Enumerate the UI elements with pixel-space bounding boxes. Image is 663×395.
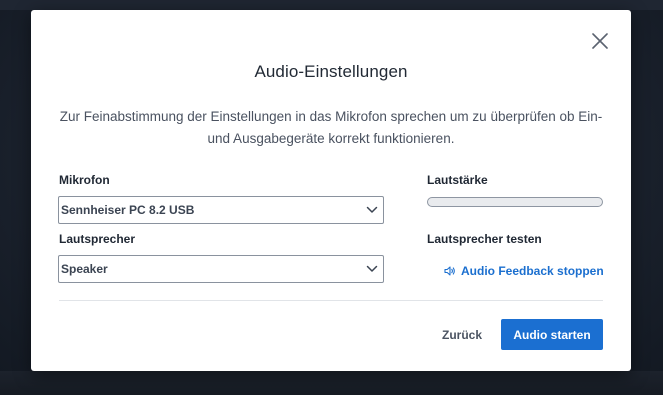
close-button[interactable] [589, 30, 611, 52]
audio-settings-modal: Audio-Einstellungen Zur Feinabstimmung d… [31, 10, 631, 371]
microphone-label: Mikrofon [59, 173, 110, 187]
close-icon [592, 33, 608, 49]
speaker-select-value: Speaker [61, 262, 108, 276]
chevron-down-icon [366, 206, 378, 213]
volume-label: Lautstärke [427, 173, 488, 187]
stop-audio-feedback-text: Audio Feedback stoppen [461, 264, 604, 278]
speaker-test-label: Lautsprecher testen [427, 232, 542, 246]
microphone-select-value: Sennheiser PC 8.2 USB [61, 203, 195, 217]
back-button[interactable]: Zurück [432, 320, 492, 350]
backdrop-top [0, 0, 663, 10]
volume-meter [427, 197, 603, 207]
speaker-select[interactable]: Speaker [58, 255, 384, 283]
start-audio-button[interactable]: Audio starten [501, 319, 603, 350]
microphone-select[interactable]: Sennheiser PC 8.2 USB [58, 196, 384, 224]
footer-divider [59, 300, 603, 301]
dialog-title: Audio-Einstellungen [254, 62, 408, 81]
speaker-icon [444, 266, 455, 276]
backdrop-bottom [0, 371, 663, 395]
chevron-down-icon [366, 265, 378, 272]
speaker-label: Lautsprecher [59, 232, 136, 246]
stop-audio-feedback-link[interactable]: Audio Feedback stoppen [444, 263, 604, 279]
dialog-description: Zur Feinabstimmung der Einstellungen in … [59, 109, 603, 146]
